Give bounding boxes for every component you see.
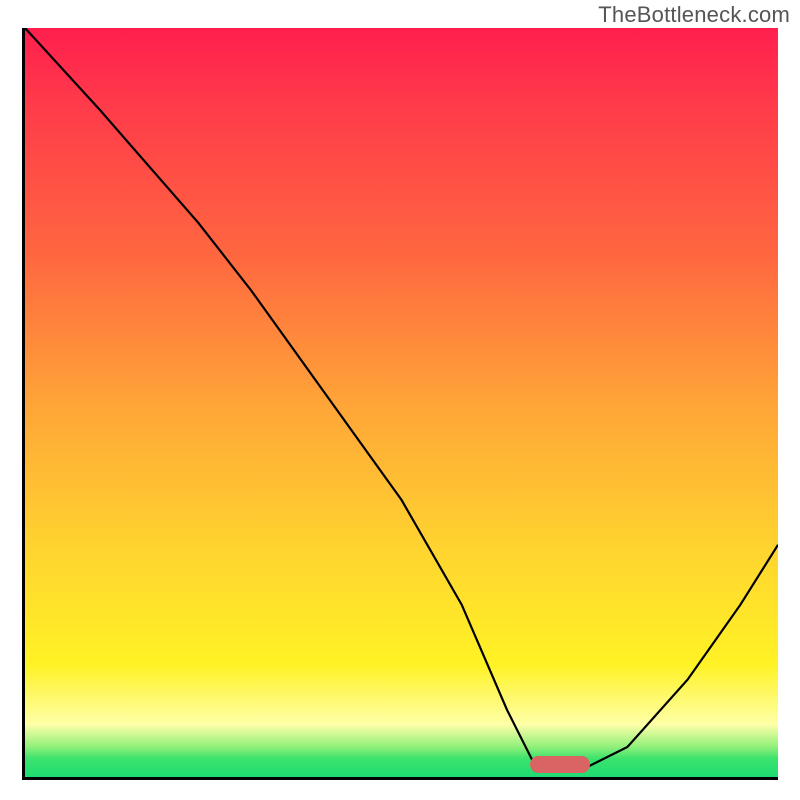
- bottleneck-curve-svg: [25, 28, 778, 777]
- watermark-text: TheBottleneck.com: [598, 2, 790, 28]
- bottleneck-curve-path: [25, 28, 778, 770]
- plot-axes: [22, 28, 778, 780]
- chart-container: TheBottleneck.com: [0, 0, 800, 800]
- optimal-marker: [530, 756, 590, 773]
